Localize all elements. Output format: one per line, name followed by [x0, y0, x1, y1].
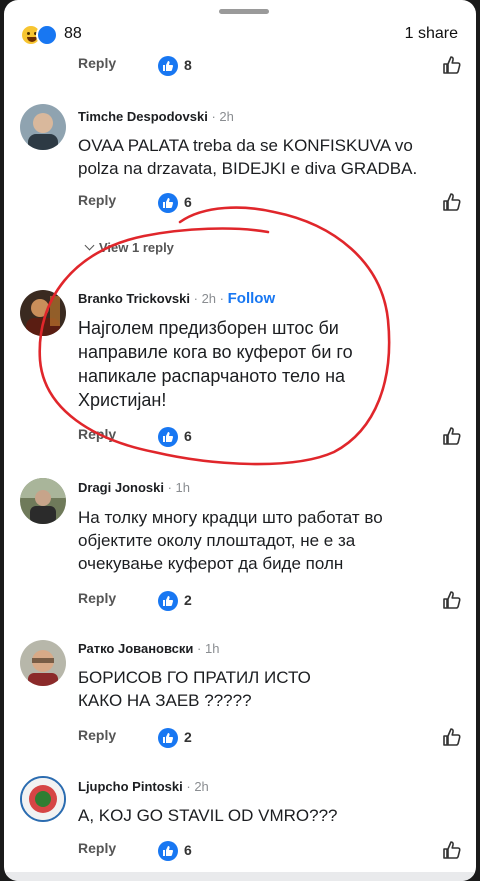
reply-button[interactable]: Reply [78, 590, 116, 606]
like-count: 6 [184, 842, 192, 858]
like-button-icon[interactable] [442, 590, 462, 610]
like-count: 2 [184, 592, 192, 608]
like-badge-icon [158, 841, 178, 861]
comment-actions: Reply 2 [78, 727, 468, 749]
comment-text: A, KOJ GO STAVIL OD VMRO??? [78, 806, 338, 825]
like-button-icon[interactable] [442, 840, 462, 860]
comment-text: OVAA PALATA treba da se KONFISKUVA vo po… [78, 136, 418, 178]
like-badge-icon [158, 728, 178, 748]
share-count[interactable]: 1 share [405, 25, 458, 43]
reaction-count[interactable]: 88 [64, 25, 82, 43]
comment-input-bar[interactable] [4, 872, 476, 881]
author-name[interactable]: Ратко Јовановски [78, 641, 193, 656]
comment-author-row: Ратко Јовановски · 1h [78, 641, 220, 656]
avatar[interactable] [20, 640, 66, 686]
reply-button[interactable]: Reply [78, 426, 116, 442]
like-button-icon[interactable] [442, 192, 462, 212]
author-name[interactable]: Branko Trickovski [78, 291, 190, 306]
author-name[interactable]: Ljupcho Pintoski [78, 779, 183, 794]
comment-actions: Reply 6 [78, 192, 468, 214]
avatar[interactable] [20, 104, 66, 150]
avatar[interactable] [20, 776, 66, 822]
follow-button[interactable]: Follow [228, 290, 276, 307]
comment-time: 2h [194, 779, 209, 794]
comment-author-row: Dragi Jonoski · 1h [78, 480, 191, 495]
comment-time: 2h [219, 109, 234, 124]
like-badge-icon [158, 591, 178, 611]
comment-actions: Reply 2 [78, 590, 468, 612]
like-badge-icon [158, 56, 178, 76]
author-name[interactable]: Timche Despodovski [78, 109, 208, 124]
comment-actions: Reply 6 [78, 840, 468, 862]
comment-author-row: Ljupcho Pintoski · 2h [78, 779, 209, 794]
reply-button[interactable]: Reply [78, 840, 116, 856]
comment-text: На толку многу крадци што работат во обј… [78, 508, 383, 573]
like-button-icon[interactable] [442, 55, 462, 75]
reactions-bar: 88 1 share [14, 22, 466, 48]
like-count: 6 [184, 194, 192, 210]
comments-sheet: 88 1 share Reply 8 Timche Despodovski · … [4, 0, 476, 881]
like-reaction-icon[interactable] [36, 24, 58, 46]
comment-time: 1h [175, 480, 191, 495]
view-replies-link[interactable]: View 1 reply [84, 240, 174, 255]
like-count: 2 [184, 729, 192, 745]
reply-button[interactable]: Reply [78, 55, 116, 71]
like-count: 8 [184, 57, 192, 73]
like-badge-icon [158, 427, 178, 447]
like-button-icon[interactable] [442, 426, 462, 446]
like-button-icon[interactable] [442, 727, 462, 747]
comment-actions: Reply 6 [78, 426, 468, 448]
comment-actions: Reply 8 [78, 55, 468, 77]
comment-author-row: Timche Despodovski · 2h [78, 109, 234, 124]
comment-text: Најголем предизборен штос би направиле к… [78, 318, 353, 410]
comment-text: БОРИСОВ ГО ПРАТИЛ ИСТО КАКО НА ЗАЕВ ????… [78, 668, 311, 710]
drag-handle[interactable] [219, 9, 269, 14]
like-badge-icon [158, 193, 178, 213]
like-count: 6 [184, 428, 192, 444]
avatar[interactable] [20, 478, 66, 524]
author-name[interactable]: Dragi Jonoski [78, 480, 164, 495]
comment-time: 2h [201, 291, 217, 306]
comment-author-row: Branko Trickovski · 2h · Follow [78, 290, 276, 307]
chevron-down-icon [84, 240, 95, 251]
reply-button[interactable]: Reply [78, 727, 116, 743]
comment-time: 1h [204, 641, 220, 656]
avatar[interactable] [20, 290, 66, 336]
reply-button[interactable]: Reply [78, 192, 116, 208]
